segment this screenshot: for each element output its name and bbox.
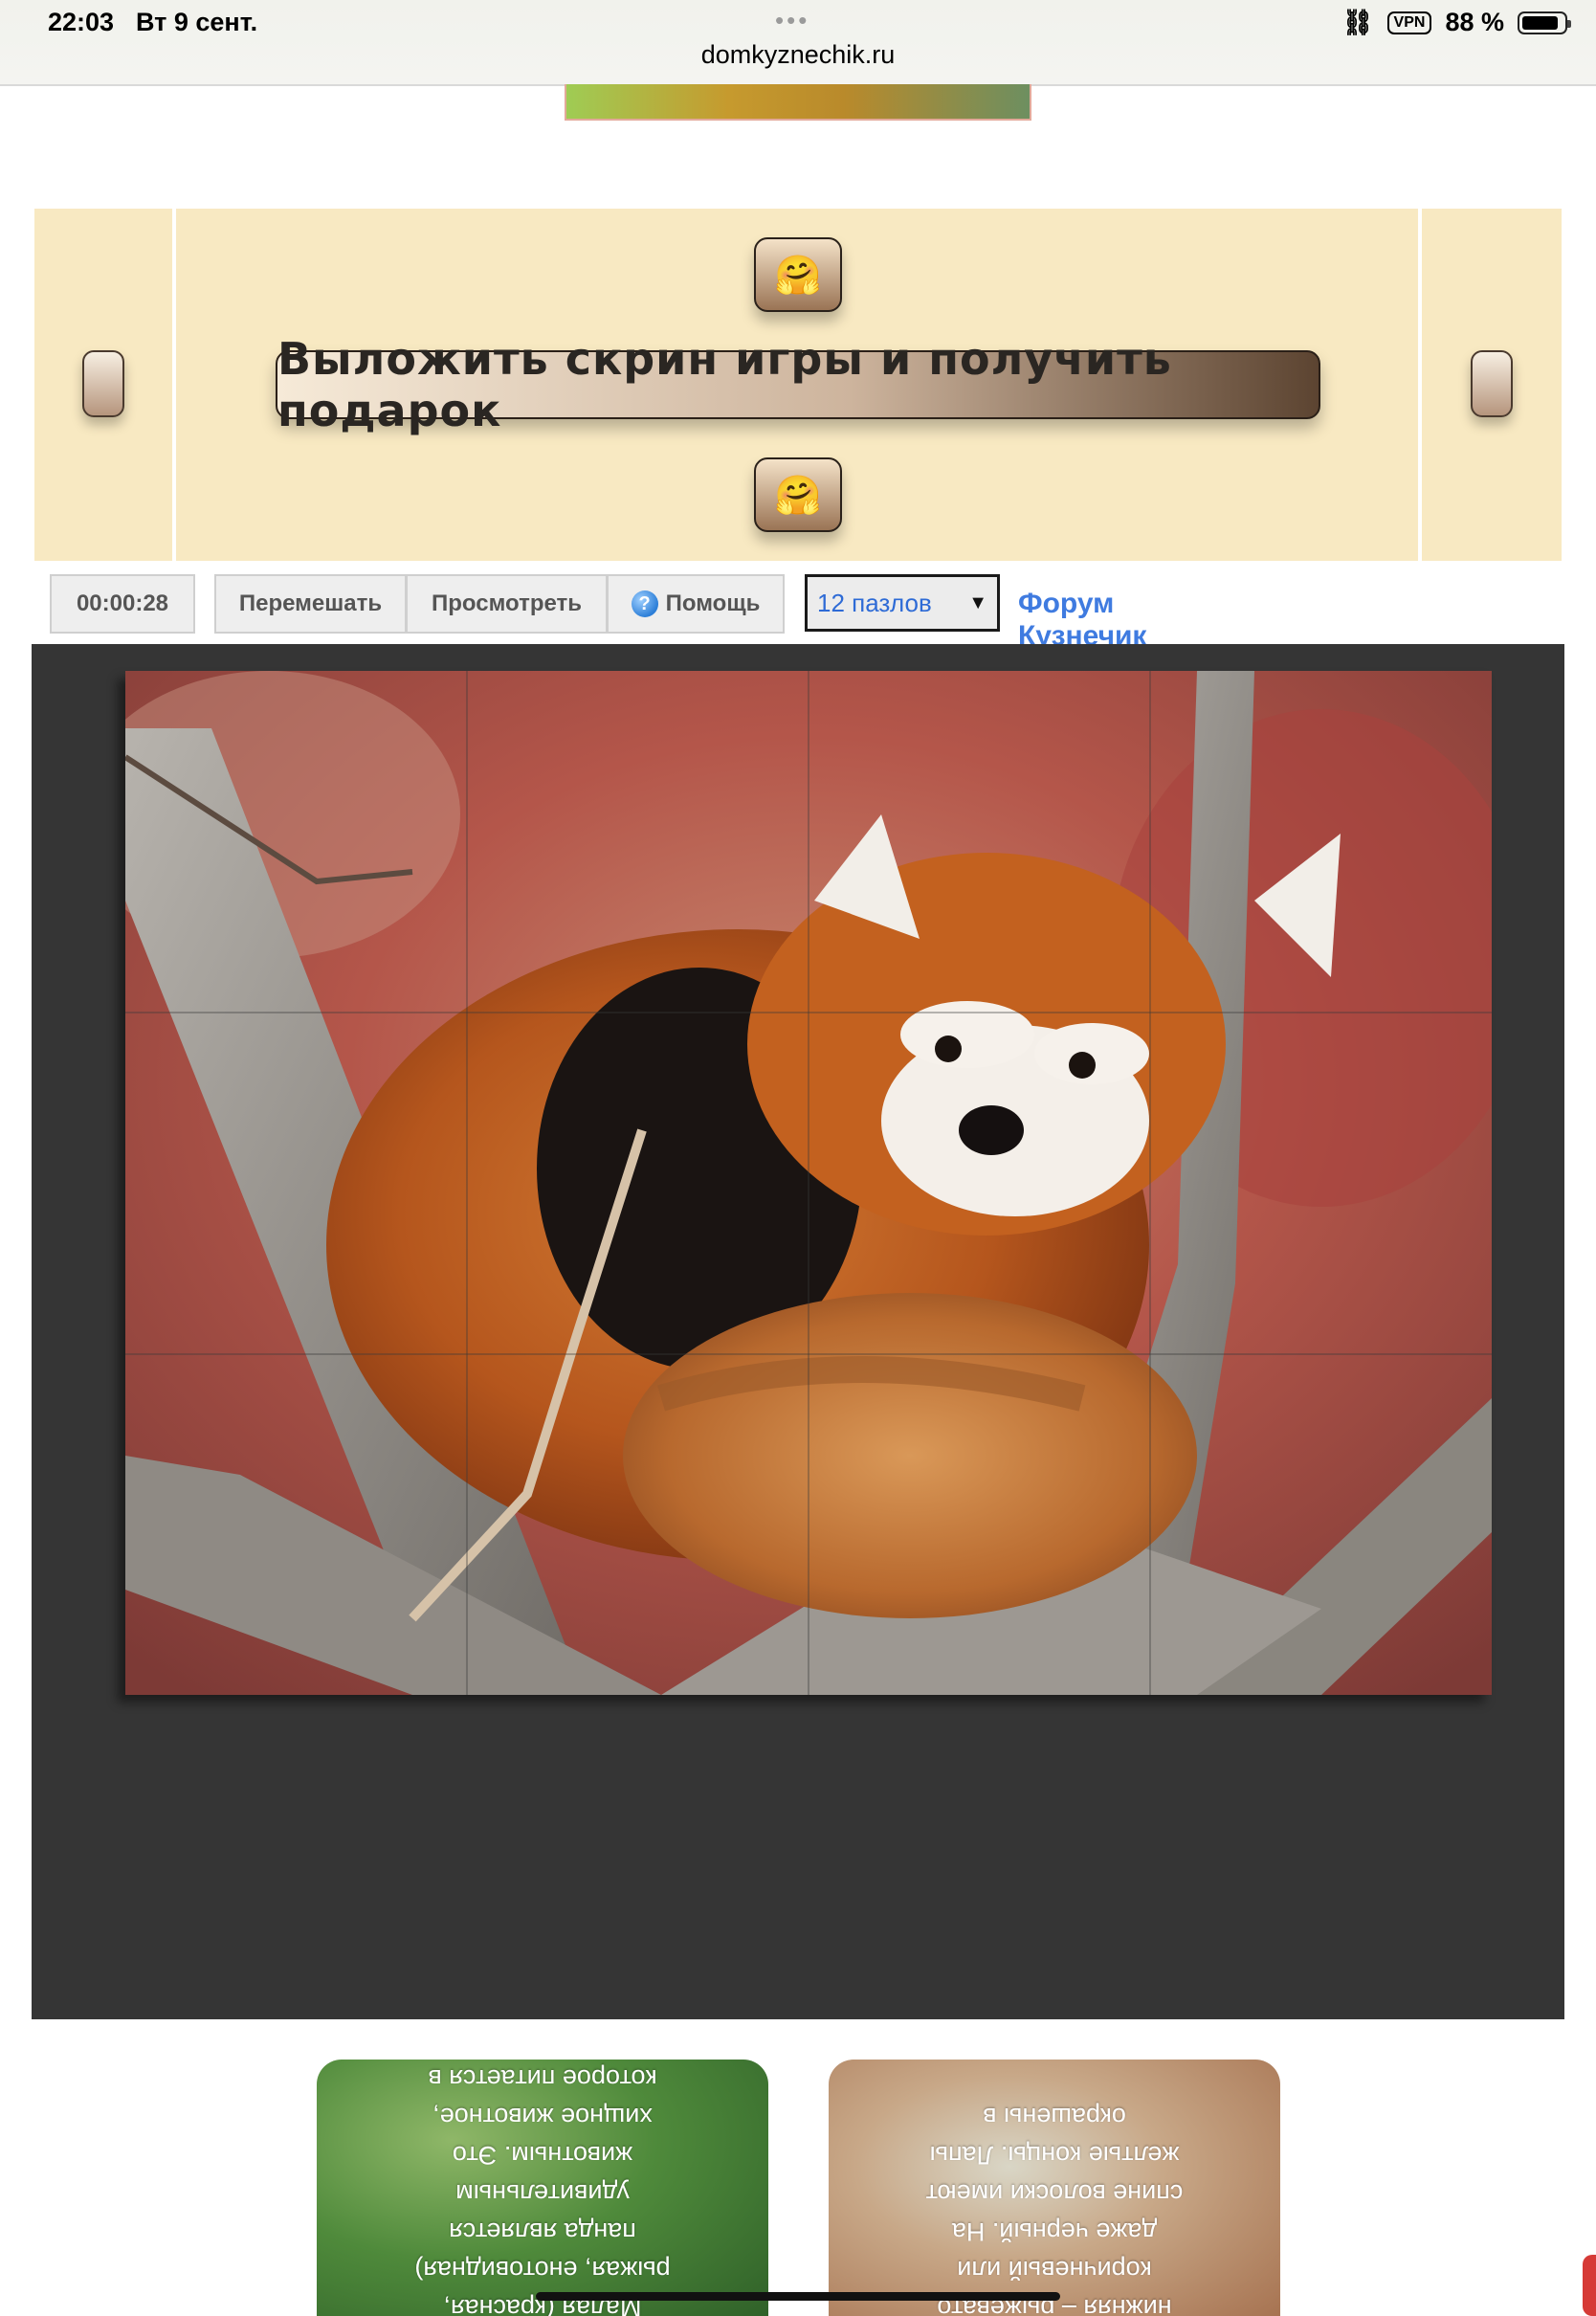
card-text-line: желтые концы. Лапы xyxy=(929,2141,1180,2170)
dropdown-arrow-icon: ▼ xyxy=(968,592,987,613)
game-timer: 00:00:28 xyxy=(50,574,195,634)
battery-icon xyxy=(1518,11,1571,34)
vpn-badge: VPN xyxy=(1386,11,1432,34)
edge-tab[interactable] xyxy=(1583,2255,1596,2316)
card-text-line: рыжая, енотовидная) xyxy=(414,2256,671,2284)
hugging-face-emoji-button-bottom[interactable]: 🤗 xyxy=(754,457,842,532)
card-text-line: которое питается в xyxy=(428,2064,657,2093)
help-question-icon: ? xyxy=(631,590,658,617)
preview-button[interactable]: Просмотреть xyxy=(406,574,607,634)
card-text-line: коричневый или xyxy=(957,2256,1152,2284)
promo-panel: 🤗 Выложить скрин игры и получить подарок… xyxy=(34,209,1562,561)
game-board xyxy=(32,644,1564,2019)
forum-link[interactable]: Форум Кузнечик xyxy=(1018,588,1146,653)
hugging-face-emoji-button-top[interactable]: 🤗 xyxy=(754,237,842,312)
info-card-left-text: Малая (красная, рыжая, енотовидная) панда … xyxy=(317,2060,768,2316)
status-indicators: ⛓ VPN 88 % xyxy=(1341,8,1571,37)
card-text-line: животным. Это xyxy=(452,2141,633,2170)
card-text-line: даже черный. На xyxy=(951,2217,1158,2246)
top-banner-image[interactable] xyxy=(565,84,1031,121)
promo-divider-left xyxy=(172,209,176,561)
info-card-left[interactable]: Малая (красная, рыжая, енотовидная) панда … xyxy=(317,2060,768,2316)
promo-right-button[interactable] xyxy=(1471,350,1513,417)
pieces-count-value: 12 пазлов xyxy=(817,588,932,617)
card-text-line: хищное животное, xyxy=(432,2103,653,2131)
battery-percent: 88 % xyxy=(1445,8,1504,36)
card-text-line: спине волоски имеют xyxy=(925,2179,1184,2208)
info-card-right-text: нижняя – рыжевато коричневый или даже черн… xyxy=(829,2098,1280,2316)
share-screenshot-button[interactable]: Выложить скрин игры и получить подарок xyxy=(276,333,1320,436)
help-button[interactable]: ? Помощь xyxy=(607,574,785,634)
personal-hotspot-link-icon: ⛓ xyxy=(1341,8,1374,36)
multitasking-dots-icon[interactable]: ••• xyxy=(775,6,809,35)
address-bar-url[interactable]: domkyznechik.ru xyxy=(0,40,1596,70)
status-time: 22:03 xyxy=(48,8,115,36)
promo-divider-right xyxy=(1418,209,1422,561)
shuffle-button[interactable]: Перемешать xyxy=(214,574,406,634)
puzzle-image-red-panda[interactable] xyxy=(125,671,1492,1695)
battery-level xyxy=(1522,15,1558,30)
card-text-line: панда является xyxy=(449,2217,636,2246)
pieces-count-select[interactable]: 12 пазлов ▼ xyxy=(805,574,1000,632)
card-text-line: удивительным xyxy=(455,2179,630,2208)
status-bar: 22:03 Вт 9 сент. ••• domkyznechik.ru ⛓ V… xyxy=(0,0,1596,86)
help-button-label: Помощь xyxy=(665,590,761,616)
status-date: Вт 9 сент. xyxy=(136,8,258,36)
red-panda-illustration xyxy=(125,671,1492,1695)
info-card-right[interactable]: нижняя – рыжевато коричневый или даже черн… xyxy=(829,2060,1280,2316)
home-indicator[interactable] xyxy=(536,2292,1060,2301)
promo-left-button[interactable] xyxy=(82,350,124,417)
card-text-line: окрашены в xyxy=(983,2103,1126,2131)
